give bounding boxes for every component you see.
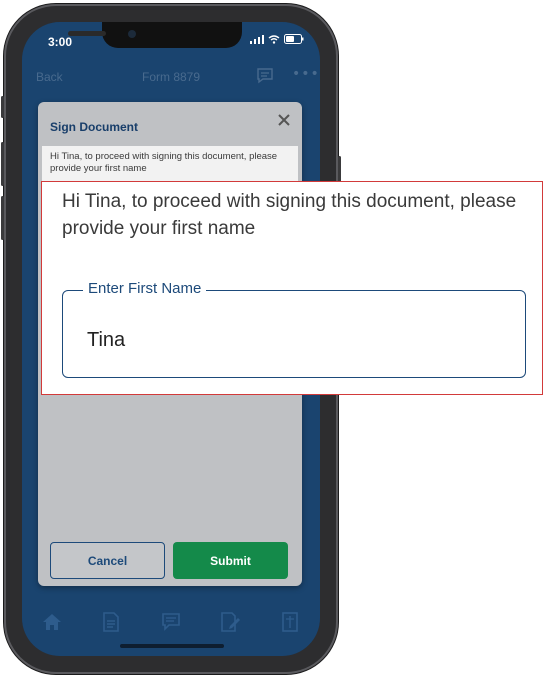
dialog-message: Hi Tina, to proceed with signing this do… [50,151,278,174]
notch [102,22,242,48]
zoom-callout: Hi Tina, to proceed with signing this do… [41,181,543,395]
status-icons [250,34,304,44]
signal-icon [250,34,264,44]
home-icon[interactable] [40,610,64,634]
message-icon[interactable] [159,610,183,634]
front-camera [128,30,136,38]
cancel-button[interactable]: Cancel [50,542,165,579]
status-time: 3:00 [48,35,73,49]
tab-bar [22,602,320,642]
speaker [68,31,106,36]
callout-message: Hi Tina, to proceed with signing this do… [62,191,517,239]
wifi-icon [268,34,280,44]
first-name-value[interactable]: Tina [87,329,125,352]
first-name-field[interactable]: Enter First Name Tina [62,280,526,378]
first-name-label: Enter First Name [83,280,207,297]
close-icon[interactable] [276,112,292,128]
battery-icon [284,34,304,44]
form-icon[interactable] [278,610,302,634]
volume-up-button [1,142,4,186]
home-indicator [120,644,224,648]
dialog-title: Sign Document [50,120,139,134]
mute-switch [1,96,4,118]
submit-button[interactable]: Submit [173,542,288,579]
volume-down-button [1,196,4,240]
document-icon[interactable] [99,610,123,634]
sign-icon[interactable] [219,610,243,634]
